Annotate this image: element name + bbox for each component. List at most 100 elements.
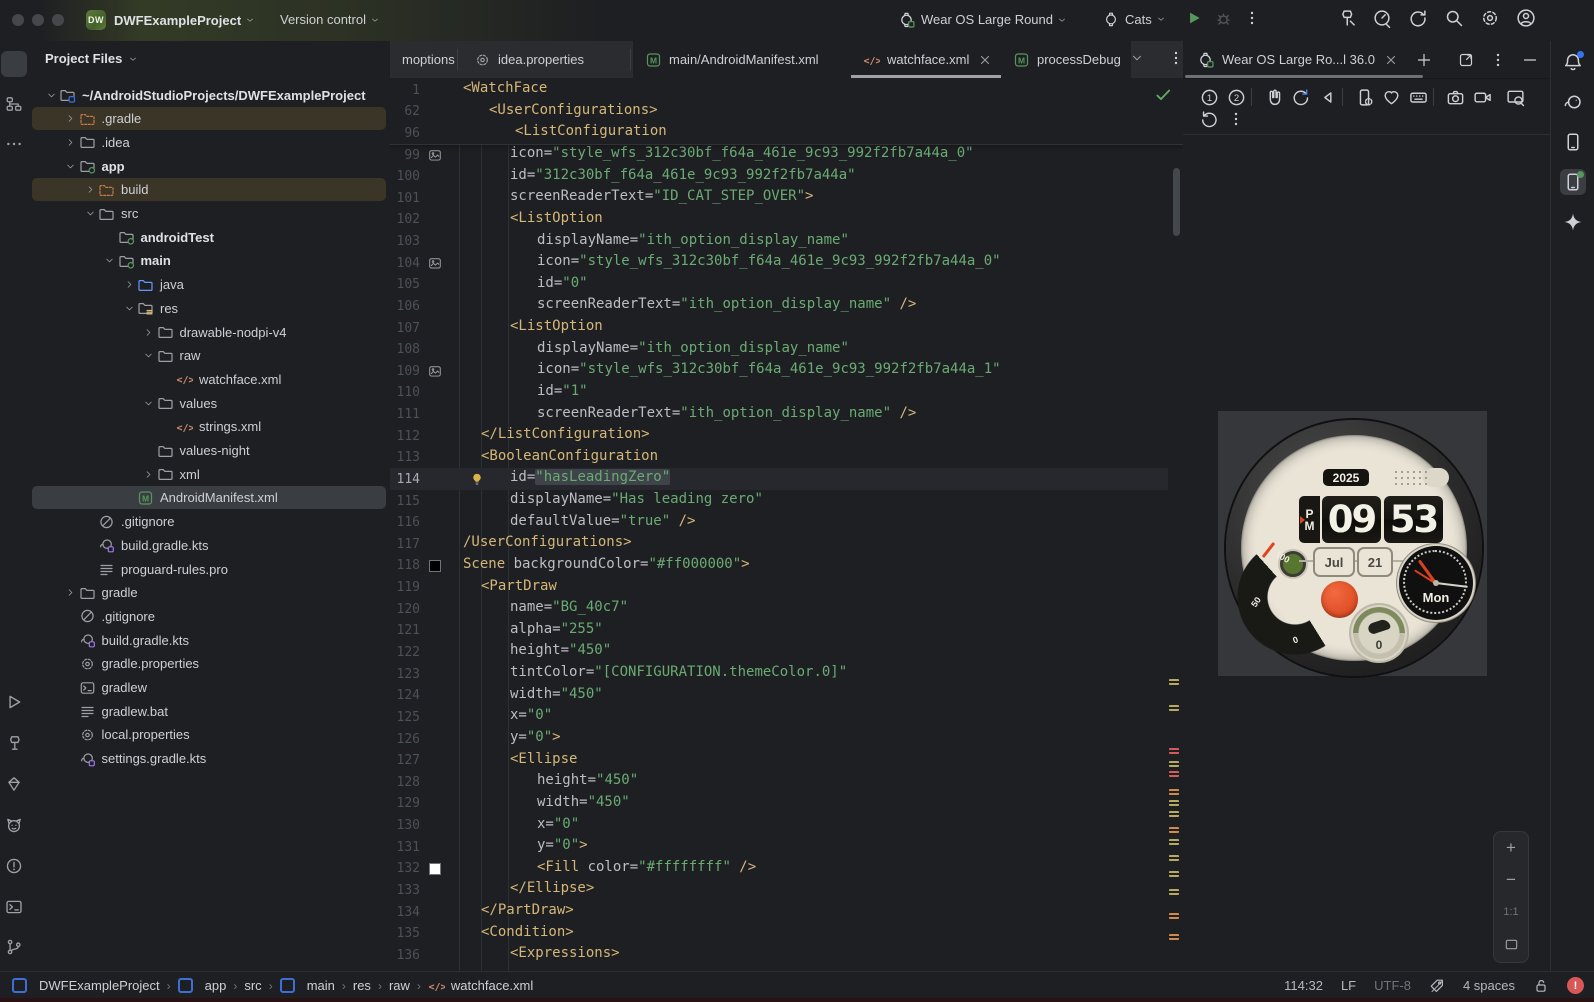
heart-icon[interactable] (1379, 85, 1403, 109)
tool-button-gemini[interactable] (1560, 209, 1586, 235)
code-line-110[interactable]: 110 id="1" (390, 382, 1183, 404)
run-button[interactable] (1185, 9, 1203, 27)
tab-moptions[interactable]: moptions (390, 41, 457, 78)
close-icon[interactable] (978, 53, 992, 67)
code-line-126[interactable]: 126 y="0"> (390, 728, 1183, 750)
indent-setting[interactable]: 4 spaces (1463, 978, 1515, 993)
tree-item-androidtest[interactable]: androidTest (29, 225, 390, 249)
code-line-133[interactable]: 133 </Ellipse> (390, 879, 1183, 901)
tree-item-.gradle[interactable]: .gradle (29, 106, 390, 131)
error-stripe-mark[interactable] (1169, 800, 1179, 806)
tab-processdebug[interactable]: MprocessDebug (1001, 41, 1131, 78)
screen-zoom-icon[interactable] (1503, 85, 1527, 109)
tool-button-version-control[interactable] (1, 934, 27, 960)
close-window-icon[interactable] (12, 14, 24, 26)
code-line-111[interactable]: 111 screenReaderText="ith_option_display_… (390, 404, 1183, 426)
back-tri-icon[interactable] (1315, 85, 1339, 109)
inspections-ok-icon[interactable] (1154, 86, 1172, 104)
tree-item-.gitignore[interactable]: .gitignore (29, 604, 390, 628)
code-line-118[interactable]: 118 Scene backgroundColor="#ff000000"> (390, 555, 1183, 577)
project-view-selector[interactable]: Project Files (45, 51, 138, 66)
build-hammer-icon[interactable] (1336, 8, 1356, 28)
code-line-113[interactable]: 113 <BooleanConfiguration (390, 447, 1183, 469)
palm-icon[interactable] (1261, 85, 1285, 109)
settings-gear-icon[interactable] (1480, 8, 1500, 28)
macos-traffic-lights[interactable] (12, 14, 72, 26)
error-stripe-mark[interactable] (1169, 855, 1179, 861)
code-line-103[interactable]: 103 displayName="ith_option_display_name" (390, 231, 1183, 253)
camera-icon[interactable] (1443, 85, 1467, 109)
zoom-window-icon[interactable] (52, 14, 64, 26)
tab-idea.properties[interactable]: idea.properties (462, 41, 630, 78)
code-line-132[interactable]: 132 <Fill color="#ffffffff" /> (390, 858, 1183, 880)
tool-button-structure[interactable] (1, 91, 27, 117)
tree-item-.gitignore[interactable]: .gitignore (29, 510, 390, 534)
fit-to-window-icon[interactable] (1494, 928, 1528, 960)
color-swatch-black-icon[interactable] (426, 558, 444, 574)
image-preview-icon[interactable] (426, 363, 444, 379)
device-display[interactable]: 2025 PM 09 53 Jul 21 (1218, 411, 1487, 676)
tool-button-run[interactable] (1, 689, 27, 715)
tool-button-device-manager[interactable] (1560, 129, 1586, 155)
tree-item-drawable-nodpi-v4[interactable]: drawable-nodpi-v4 (29, 320, 390, 344)
header-scroll-indicator[interactable] (1185, 75, 1423, 78)
tree-item-xml[interactable]: xml (29, 462, 390, 486)
chevron-right-icon[interactable] (82, 182, 98, 198)
code-line-109[interactable]: 109 icon="style_wfs_312c30bf_f64a_461e_9c… (390, 360, 1183, 382)
line-ending[interactable]: LF (1341, 978, 1356, 993)
code-line-114[interactable]: 114 id="hasLeadingZero" (390, 468, 1183, 491)
breadcrumb-app[interactable]: app (177, 978, 226, 993)
tool-button-more-tools[interactable] (1, 131, 27, 157)
code-line-125[interactable]: 125 x="0" (390, 706, 1183, 728)
zoom-in-button[interactable]: + (1494, 832, 1528, 864)
tree-item-watchface.xml[interactable]: </> watchface.xml (29, 367, 390, 391)
code-line-124[interactable]: 124 width="450" (390, 685, 1183, 707)
tool-button-notifications[interactable] (1560, 49, 1586, 75)
tree-item-build.gradle.kts[interactable]: build.gradle.kts (29, 533, 390, 557)
reset-icon[interactable] (1197, 107, 1221, 131)
tree-item-main[interactable]: main (29, 249, 390, 273)
editor-scrollbar[interactable] (1173, 168, 1180, 236)
code-line-123[interactable]: 123 tintColor="[CONFIGURATION.themeColor.… (390, 663, 1183, 685)
code-line-106[interactable]: 106 screenReaderText="ith_option_display_… (390, 295, 1183, 317)
sticky-line-1[interactable]: 1 <WatchFace (390, 79, 1183, 101)
chevron-down-icon[interactable] (121, 300, 137, 316)
code-line-107[interactable]: 107 <ListOption (390, 317, 1183, 339)
image-preview-icon[interactable] (426, 255, 444, 271)
code-line-117[interactable]: 117/UserConfigurations> (390, 533, 1183, 555)
error-stripe-mark[interactable] (1169, 748, 1179, 754)
error-stripe-mark[interactable] (1169, 811, 1179, 817)
tab-main-androidmanifest.xml[interactable]: Mmain/AndroidManifest.xml (633, 41, 851, 78)
chevron-down-icon[interactable] (82, 206, 98, 222)
code-line-102[interactable]: 102 <ListOption (390, 209, 1183, 231)
sticky-line-62[interactable]: 62 <UserConfigurations> (390, 101, 1183, 123)
error-stripe-mark[interactable] (1169, 789, 1179, 795)
error-stripe-mark[interactable] (1169, 913, 1179, 919)
tree-item-gradle[interactable]: gradle (29, 581, 390, 605)
chevron-down-icon[interactable] (1130, 51, 1144, 65)
breadcrumb-raw[interactable]: raw (389, 978, 410, 993)
code-line-135[interactable]: 135 <Condition> (390, 923, 1183, 945)
error-stripe-mark[interactable] (1169, 889, 1179, 895)
minimize-window-icon[interactable] (32, 14, 44, 26)
tool-button-terminal[interactable] (1, 894, 27, 920)
file-encoding[interactable]: UTF-8 (1374, 978, 1411, 993)
code-line-136[interactable]: 136 <Expressions> (390, 944, 1183, 966)
keyboard-icon[interactable] (1406, 85, 1430, 109)
code-line-122[interactable]: 122 height="450" (390, 641, 1183, 663)
tool-button-problems[interactable] (1, 853, 27, 879)
more-icon[interactable] (1490, 52, 1506, 68)
error-stripe-mark[interactable] (1169, 839, 1179, 845)
tree-item-androidmanifest.xml[interactable]: M AndroidManifest.xml (29, 485, 390, 510)
error-stripe-mark[interactable] (1169, 827, 1179, 833)
open-in-window-icon[interactable] (1458, 52, 1474, 68)
breadcrumb-src[interactable]: src (244, 978, 261, 993)
tool-button-logcat[interactable] (1, 812, 27, 838)
tree-item-build[interactable]: build (29, 177, 390, 202)
tool-button-running-devices[interactable] (1560, 169, 1586, 195)
run-config-selector[interactable]: Cats (1103, 11, 1166, 27)
kebab-icon[interactable] (1224, 107, 1248, 131)
error-stripe-mark[interactable] (1169, 871, 1179, 877)
avatar-icon[interactable] (1516, 8, 1536, 28)
breadcrumb-watchface.xml[interactable]: </> watchface.xml (428, 978, 533, 994)
